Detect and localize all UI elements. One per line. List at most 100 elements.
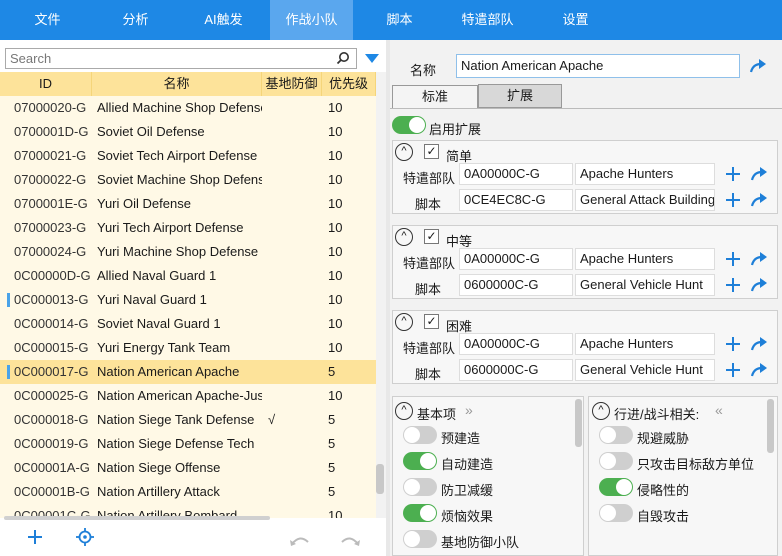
expand-chevrons-icon[interactable]: » — [465, 402, 473, 418]
script-id-field[interactable]: 0600000C-G — [459, 359, 573, 381]
table-row[interactable]: 0C000015-G Yuri Energy Tank Team 10 — [0, 336, 376, 360]
header-priority[interactable]: 优先级 — [322, 72, 376, 96]
option-label: 规避威胁 — [637, 431, 690, 446]
search-icon[interactable] — [336, 51, 350, 68]
table-row[interactable]: 0700001E-G Yuri Oil Defense 10 — [0, 192, 376, 216]
add-script-icon[interactable] — [726, 363, 740, 380]
row-priority: 10 — [328, 244, 343, 259]
locate-icon[interactable] — [76, 528, 94, 549]
script-name-field[interactable]: General Attack Buildings — [575, 189, 715, 211]
taskforce-name-field[interactable]: Apache Hunters — [575, 248, 715, 270]
search-input[interactable] — [6, 49, 326, 68]
option-toggle[interactable] — [599, 452, 633, 470]
row-name: Yuri Machine Shop Defense — [97, 244, 259, 259]
jump-script-icon[interactable] — [750, 363, 767, 380]
table-row[interactable]: 07000020-G Allied Machine Shop Defense 10 — [0, 96, 376, 120]
undo-icon[interactable] — [290, 534, 310, 549]
tab-teams[interactable]: 作战小队 — [270, 0, 353, 40]
table-row[interactable]: 0C000018-G Nation Siege Tank Defense √ 5 — [0, 408, 376, 432]
subtab-extended[interactable]: 扩展 — [478, 84, 562, 108]
table-scrollbar[interactable] — [376, 72, 386, 518]
add-icon[interactable] — [26, 528, 44, 549]
jump-script-icon[interactable] — [750, 278, 767, 295]
option-toggle[interactable] — [403, 504, 437, 522]
jump-taskforce-icon[interactable] — [750, 252, 767, 269]
table-row[interactable]: 0700001D-G Soviet Oil Defense 10 — [0, 120, 376, 144]
table-horizontal-scrollbar[interactable] — [4, 516, 270, 520]
row-priority: 10 — [328, 292, 343, 307]
table-row[interactable]: 07000022-G Soviet Machine Shop Defense 10 — [0, 168, 376, 192]
tab-analysis[interactable]: 分析 — [94, 0, 177, 40]
basic-options-panel: ^ 基本项 » 预建造 自动建造 防卫减缓 烦恼效果 基地防御小队 — [392, 396, 584, 556]
collapse-basic-icon[interactable]: ^ — [395, 402, 413, 420]
option-toggle[interactable] — [403, 452, 437, 470]
script-id-field[interactable]: 0600000C-G — [459, 274, 573, 296]
add-script-icon[interactable] — [726, 193, 740, 210]
scrollbar-thumb[interactable] — [376, 464, 384, 494]
collapse-combat-icon[interactable]: ^ — [592, 402, 610, 420]
table-row[interactable]: 0C00001B-G Nation Artillery Attack 5 — [0, 480, 376, 504]
taskforce-name-field[interactable]: Apache Hunters — [575, 333, 715, 355]
table-row[interactable]: 0C000014-G Soviet Naval Guard 1 10 — [0, 312, 376, 336]
jump-script-icon[interactable] — [750, 193, 767, 210]
table-row[interactable]: 07000021-G Soviet Tech Airport Defense 10 — [0, 144, 376, 168]
option-toggle[interactable] — [599, 478, 633, 496]
enable-extension-toggle[interactable] — [392, 116, 426, 134]
group-checkbox[interactable]: ✓ — [424, 144, 439, 159]
table-row[interactable]: 07000024-G Yuri Machine Shop Defense 10 — [0, 240, 376, 264]
header-id[interactable]: ID — [0, 72, 92, 96]
collapse-chevrons-icon[interactable]: « — [715, 402, 723, 418]
filter-dropdown-icon[interactable] — [365, 52, 379, 67]
tab-file[interactable]: 文件 — [6, 0, 89, 40]
jump-arrow-icon[interactable] — [749, 59, 766, 76]
taskforce-name-field[interactable]: Apache Hunters — [575, 163, 715, 185]
tab-script[interactable]: 脚本 — [358, 0, 441, 40]
taskforce-id-field[interactable]: 0A00000C-G — [459, 248, 573, 270]
collapse-group-icon[interactable]: ^ — [395, 143, 413, 161]
row-id: 07000022-G — [14, 172, 87, 187]
redo-icon[interactable] — [340, 534, 360, 549]
table-row[interactable]: 07000023-G Yuri Tech Airport Defense 10 — [0, 216, 376, 240]
subtab-standard[interactable]: 标准 — [392, 85, 478, 109]
row-id: 0C000025-G — [14, 388, 89, 403]
header-base-defense[interactable]: 基地防御 — [262, 72, 322, 96]
collapse-group-icon[interactable]: ^ — [395, 228, 413, 246]
add-taskforce-icon[interactable] — [726, 337, 740, 354]
table-row[interactable]: 0C000013-G Yuri Naval Guard 1 10 — [0, 288, 376, 312]
table-row[interactable]: 0C00001A-G Nation Siege Offense 5 — [0, 456, 376, 480]
add-taskforce-icon[interactable] — [726, 252, 740, 269]
group-checkbox[interactable]: ✓ — [424, 229, 439, 244]
taskforce-id-field[interactable]: 0A00000C-G — [459, 333, 573, 355]
option-toggle[interactable] — [599, 504, 633, 522]
combat-panel-scrollbar[interactable] — [767, 399, 774, 453]
name-input[interactable]: Nation American Apache — [456, 54, 740, 78]
row-name: Nation Artillery Attack — [97, 484, 220, 499]
jump-taskforce-icon[interactable] — [750, 337, 767, 354]
option-toggle[interactable] — [403, 478, 437, 496]
collapse-group-icon[interactable]: ^ — [395, 313, 413, 331]
taskforce-id-field[interactable]: 0A00000C-G — [459, 163, 573, 185]
row-name: Yuri Oil Defense — [97, 196, 191, 211]
option-toggle[interactable] — [403, 530, 437, 548]
basic-panel-scrollbar[interactable] — [575, 399, 582, 447]
difficulty-group: ^ ✓ 困难 特遣部队 0A00000C-G Apache Hunters 脚本 060000… — [392, 310, 778, 384]
header-name[interactable]: 名称 — [92, 72, 262, 96]
jump-taskforce-icon[interactable] — [750, 167, 767, 184]
table-row[interactable]: 0C000025-G Nation American Apache-Just 10 — [0, 384, 376, 408]
tab-settings[interactable]: 设置 — [534, 0, 617, 40]
add-taskforce-icon[interactable] — [726, 167, 740, 184]
script-name-field[interactable]: General Vehicle Hunt — [575, 274, 715, 296]
tab-ai-trigger[interactable]: AI触发 — [182, 0, 265, 40]
row-priority: 10 — [328, 388, 343, 403]
option-toggle[interactable] — [403, 426, 437, 444]
group-checkbox[interactable]: ✓ — [424, 314, 439, 329]
top-nav: 文件 分析 AI触发 作战小队 脚本 特遣部队 设置 — [0, 0, 782, 40]
script-id-field[interactable]: 0CE4EC8C-G — [459, 189, 573, 211]
table-row[interactable]: 0C00000D-G Allied Naval Guard 1 10 — [0, 264, 376, 288]
add-script-icon[interactable] — [726, 278, 740, 295]
tab-taskforce[interactable]: 特遣部队 — [446, 0, 529, 40]
script-name-field[interactable]: General Vehicle Hunt — [575, 359, 715, 381]
option-toggle[interactable] — [599, 426, 633, 444]
table-row[interactable]: 0C000019-G Nation Siege Defense Tech 5 — [0, 432, 376, 456]
table-row[interactable]: 0C000017-G Nation American Apache 5 — [0, 360, 376, 384]
